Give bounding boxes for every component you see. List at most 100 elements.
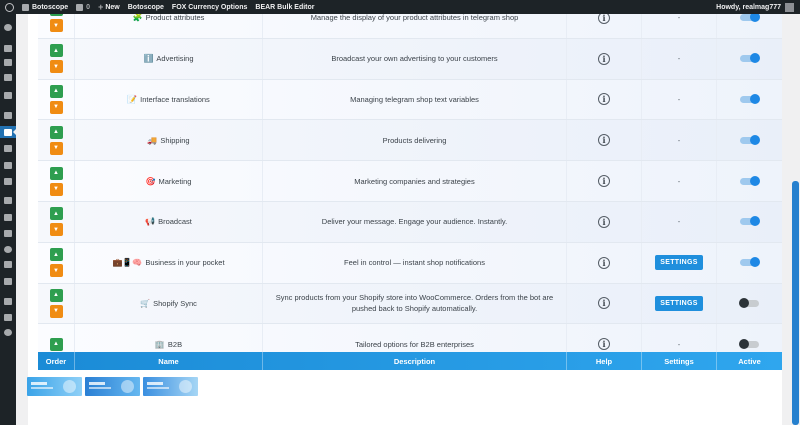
move-up-button[interactable]: ▲ [49, 207, 63, 221]
botoscope-icon[interactable] [4, 129, 12, 136]
active-toggle[interactable] [740, 175, 760, 186]
settings-empty: - [677, 135, 681, 145]
collapse-menu-icon[interactable] [4, 329, 12, 336]
marketing-icon[interactable] [4, 178, 12, 185]
arrow-up-icon: ▲ [53, 47, 59, 54]
settings-button[interactable]: SETTINGS [655, 295, 703, 311]
help-cell: i [567, 161, 642, 201]
arrow-up-icon: ▲ [53, 129, 59, 136]
appearance-icon[interactable] [4, 197, 12, 204]
move-down-button[interactable]: ▼ [49, 60, 63, 74]
toggle-knob [750, 134, 760, 145]
settings-cell: SETTINGS [642, 242, 717, 283]
header-description: Description [263, 352, 567, 370]
promo-banner-3[interactable] [143, 377, 198, 396]
extension-description: Marketing companies and strategies [354, 176, 475, 186]
active-cell [717, 14, 782, 38]
info-icon[interactable]: i [598, 256, 610, 269]
arrow-down-icon: ▼ [53, 104, 59, 111]
info-icon[interactable]: i [598, 14, 610, 24]
table-row: ▲ ▼ 🧩 Product attributes Manage the disp… [38, 14, 782, 39]
move-down-button[interactable]: ▼ [49, 304, 63, 318]
settings-cell: - [642, 202, 717, 242]
promo-banner-2[interactable] [85, 377, 140, 396]
arrow-down-icon: ▼ [53, 308, 59, 315]
move-up-button[interactable]: ▲ [49, 125, 63, 139]
dashboard-icon[interactable] [4, 24, 12, 31]
name-cell: 🧩 Product attributes [75, 14, 263, 38]
extension-name: Business in your pocket [145, 258, 225, 268]
wordpress-logo-icon[interactable] [5, 2, 14, 12]
info-icon[interactable]: i [598, 215, 610, 228]
woocommerce-icon[interactable] [4, 112, 12, 119]
analytics-icon[interactable] [4, 162, 12, 169]
name-cell: ℹ️ Advertising [75, 38, 263, 79]
active-toggle[interactable] [740, 53, 760, 64]
active-cell [717, 243, 782, 283]
grid-icon[interactable] [4, 298, 12, 305]
menu-bear-bulk-editor[interactable]: BEAR Bulk Editor [255, 4, 314, 11]
extension-name: Marketing [158, 176, 192, 186]
move-up-button[interactable]: ▲ [49, 288, 63, 302]
users-icon[interactable] [4, 230, 12, 237]
promo-banner-1[interactable] [27, 377, 82, 396]
info-icon[interactable]: i [598, 52, 610, 65]
header-name: Name [75, 352, 263, 370]
active-toggle[interactable] [740, 93, 760, 104]
active-toggle[interactable] [739, 297, 759, 308]
move-up-button[interactable]: ▲ [49, 166, 63, 180]
help-cell: i [567, 120, 642, 161]
wrench-icon[interactable] [4, 261, 12, 268]
info-icon[interactable]: i [598, 338, 610, 351]
account-menu[interactable]: Howdy, realmag777 [716, 2, 800, 12]
plugins-icon[interactable] [4, 214, 12, 221]
list-icon[interactable] [4, 314, 12, 321]
page-scrollbar[interactable] [791, 14, 800, 425]
info-icon[interactable]: i [598, 297, 610, 310]
info-icon[interactable]: i [598, 175, 610, 188]
content-area: ▲ ▼ 🧩 Product attributes Manage the disp… [16, 14, 791, 425]
move-down-button[interactable]: ▼ [49, 223, 63, 237]
move-up-button[interactable]: ▲ [49, 14, 63, 17]
products-icon[interactable] [4, 145, 12, 152]
tools-icon[interactable] [4, 246, 12, 253]
pages-icon[interactable] [4, 74, 12, 81]
active-toggle[interactable] [740, 134, 760, 145]
move-down-button[interactable]: ▼ [49, 264, 63, 278]
extension-name: Advertising [156, 54, 194, 64]
toggle-knob [739, 338, 749, 349]
move-down-button[interactable]: ▼ [49, 141, 63, 155]
move-down-button[interactable]: ▼ [49, 182, 63, 196]
extension-description: Feel in control — instant shop notificat… [344, 258, 485, 268]
menu-fox-currency-options[interactable]: FOX Currency Options [172, 4, 247, 11]
info-icon[interactable]: i [598, 134, 610, 147]
toggle-knob [739, 297, 749, 308]
move-up-button[interactable]: ▲ [49, 84, 63, 98]
settings-cell: - [642, 120, 717, 161]
active-toggle[interactable] [739, 338, 759, 349]
new-content-link[interactable]: + New [98, 2, 120, 12]
settings-empty: - [677, 14, 681, 23]
move-up-button[interactable]: ▲ [49, 248, 63, 262]
active-toggle[interactable] [740, 14, 760, 23]
site-name-label: Botoscope [32, 3, 69, 11]
site-name-link[interactable]: Botoscope [22, 3, 69, 11]
menu-botoscope[interactable]: Botoscope [128, 4, 164, 11]
settings-button[interactable]: SETTINGS [655, 255, 703, 271]
info-icon[interactable]: i [598, 93, 610, 106]
move-up-button[interactable]: ▲ [49, 44, 63, 58]
name-cell: 📢 Broadcast [75, 202, 263, 242]
settings-icon[interactable] [4, 278, 12, 285]
scrollbar-thumb[interactable] [792, 181, 799, 425]
move-down-button[interactable]: ▼ [49, 19, 63, 33]
media-icon[interactable] [4, 59, 12, 66]
comments-icon[interactable] [4, 92, 12, 99]
pin-icon[interactable] [4, 45, 12, 52]
move-up-button[interactable]: ▲ [49, 337, 63, 351]
comments-link[interactable]: 0 [76, 3, 90, 11]
active-cell [717, 161, 782, 201]
greeting-label: Howdy, realmag777 [716, 3, 781, 11]
active-toggle[interactable] [740, 216, 760, 227]
move-down-button[interactable]: ▼ [49, 100, 63, 114]
active-toggle[interactable] [740, 257, 760, 268]
